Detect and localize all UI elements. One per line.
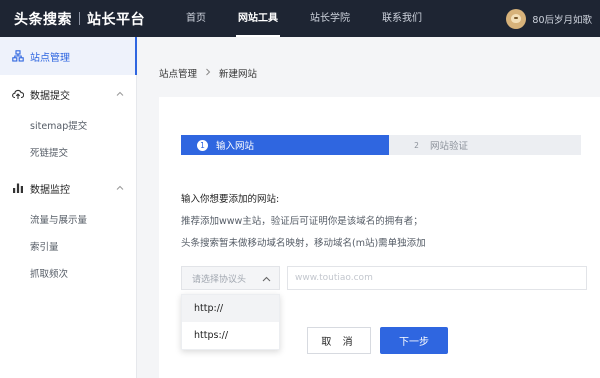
protocol-option-https[interactable]: https://: [182, 322, 279, 349]
step-number: 1: [197, 139, 208, 151]
form-hint-www: 推荐添加www主站，验证后可证明你是该域名的拥有者；: [181, 216, 423, 227]
protocol-placeholder: 请选择协议头: [192, 274, 247, 285]
nav-contact[interactable]: 联系我们: [382, 0, 422, 37]
sidebar-item-crawl[interactable]: 抓取频次: [0, 261, 136, 288]
breadcrumb-current: 新建网站: [219, 69, 258, 80]
chevron-up-icon: [116, 183, 124, 194]
step-enter-site: 1 输入网站: [181, 135, 399, 155]
sitemap-icon: [12, 50, 24, 62]
nav-home[interactable]: 首页: [186, 0, 206, 37]
breadcrumb-parent[interactable]: 站点管理: [159, 66, 197, 80]
step-label: 输入网站: [216, 141, 255, 152]
chevron-up-icon: [116, 89, 124, 100]
sidebar-item-data-submit[interactable]: 数据提交: [0, 75, 136, 113]
step-verify-site: 2 网站验证: [389, 135, 581, 155]
sidebar-item-site-manage[interactable]: 站点管理: [0, 37, 137, 75]
top-bar: 头条搜索 站长平台 首页 网站工具 站长学院 联系我们 80后岁月如歌: [0, 0, 600, 37]
sidebar-item-index[interactable]: 索引量: [0, 234, 136, 261]
sidebar-item-data-monitor[interactable]: 数据监控: [0, 169, 136, 207]
step-indicator: 1 输入网站 2 网站验证: [181, 135, 581, 155]
sidebar-item-label: 数据监控: [30, 184, 70, 196]
chevron-right-icon: [205, 68, 211, 79]
protocol-dropdown: http:// https://: [181, 294, 280, 350]
avatar: [506, 8, 527, 29]
protocol-select[interactable]: 请选择协议头: [181, 266, 280, 290]
user-menu[interactable]: 80后岁月如歌: [506, 0, 592, 37]
chevron-up-icon: [262, 275, 271, 285]
step-label: 网站验证: [430, 141, 469, 152]
brand-logo-text: 头条搜索: [14, 11, 72, 28]
next-step-button[interactable]: 下一步: [380, 327, 448, 354]
form-hint-mobile: 头条搜索暂未做移动域名映射，移动域名(m站)需单独添加: [181, 238, 426, 249]
protocol-option-http[interactable]: http://: [182, 295, 279, 322]
sidebar-item-dead-link[interactable]: 死链提交: [0, 140, 136, 167]
form-label: 输入你想要添加的网站:: [181, 194, 280, 205]
brand[interactable]: 头条搜索 站长平台: [0, 9, 145, 29]
main-nav: 首页 网站工具 站长学院 联系我们: [186, 0, 454, 37]
sidebar-item-traffic[interactable]: 流量与展示量: [0, 207, 136, 234]
nav-academy[interactable]: 站长学院: [310, 0, 350, 37]
sidebar-item-label: 数据提交: [30, 90, 70, 102]
bar-chart-icon: [12, 182, 24, 194]
step-number: 2: [414, 140, 419, 150]
brand-divider: [79, 12, 80, 25]
sidebar: 站点管理 数据提交 sitemap提交 死链提交 数据监控 流量与展示量 索引量…: [0, 37, 137, 378]
breadcrumb: 站点管理 新建网站: [159, 66, 257, 80]
sidebar-item-label: 站点管理: [30, 52, 70, 64]
url-input[interactable]: [287, 266, 587, 290]
sidebar-item-sitemap[interactable]: sitemap提交: [0, 113, 136, 140]
cancel-button[interactable]: 取 消: [307, 327, 371, 354]
cloud-upload-icon: [12, 88, 24, 100]
user-name: 80后岁月如歌: [532, 14, 592, 26]
nav-site-tools[interactable]: 网站工具: [236, 0, 280, 37]
brand-sub-text: 站长平台: [87, 11, 145, 28]
